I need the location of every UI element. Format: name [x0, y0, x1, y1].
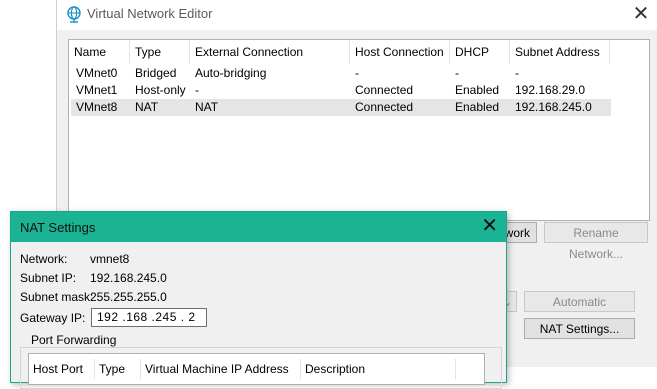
- port-forwarding-table: Host Port Type Virtual Machine IP Addres…: [28, 353, 485, 385]
- cell-name: VMnet8: [76, 100, 118, 114]
- network-value: vmnet8: [90, 252, 130, 266]
- close-icon[interactable]: ✕: [630, 4, 652, 26]
- gateway-ip-input[interactable]: 192 .168 .245 . 2: [91, 308, 207, 327]
- column-header-type[interactable]: Type: [130, 40, 190, 64]
- nat-titlebar[interactable]: NAT Settings ✕: [11, 212, 506, 242]
- column-header-description[interactable]: Description: [301, 359, 456, 379]
- subnet-mask-label: Subnet mask:: [20, 290, 94, 304]
- cell-subnet: 192.168.245.0: [515, 100, 592, 114]
- cell-subnet: 192.168.29.0: [515, 83, 586, 97]
- vne-titlebar[interactable]: Virtual Network Editor ✕: [57, 0, 657, 30]
- cell-name: VMnet0: [76, 66, 118, 80]
- rename-network-button[interactable]: Rename Network...: [544, 222, 648, 261]
- cell-external: NAT: [195, 100, 219, 114]
- nat-settings-dialog: NAT Settings ✕ Network: vmnet8 Subnet IP…: [10, 211, 507, 389]
- table-row[interactable]: VMnet1 Host-only - Connected Enabled 192…: [71, 82, 611, 99]
- cell-type: NAT: [135, 100, 159, 114]
- cell-external: -: [195, 83, 199, 97]
- window-title: Virtual Network Editor: [87, 6, 213, 21]
- table-row-selected[interactable]: VMnet8 NAT NAT Connected Enabled 192.168…: [71, 99, 611, 116]
- column-header-dhcp[interactable]: DHCP: [450, 40, 510, 64]
- column-header-external[interactable]: External Connection: [190, 40, 350, 64]
- cell-type: Bridged: [135, 66, 177, 80]
- cell-type: Host-only: [135, 83, 186, 97]
- column-header-name[interactable]: Name: [69, 40, 130, 64]
- subnet-mask-value: 255.255.255.0: [90, 290, 167, 304]
- dialog-title: NAT Settings: [20, 220, 96, 235]
- column-header-host[interactable]: Host Connection: [350, 40, 450, 64]
- cell-host: Connected: [355, 100, 414, 114]
- table-row[interactable]: VMnet0 Bridged Auto-bridging - - -: [71, 65, 611, 82]
- network-label: Network:: [20, 252, 68, 266]
- column-header-type[interactable]: Type: [95, 359, 141, 379]
- subnet-ip-label: Subnet IP:: [20, 271, 77, 285]
- nat-settings-button[interactable]: NAT Settings...: [524, 318, 635, 339]
- cell-host: -: [355, 66, 359, 80]
- port-forwarding-label: Port Forwarding: [29, 333, 119, 347]
- cell-dhcp: Enabled: [455, 100, 500, 114]
- column-header-vm-ip[interactable]: Virtual Machine IP Address: [141, 359, 301, 379]
- subnet-ip-value: 192.168.245.0: [90, 271, 167, 285]
- cell-host: Connected: [355, 83, 414, 97]
- gateway-ip-label: Gateway IP:: [20, 311, 86, 325]
- cell-dhcp: Enabled: [455, 83, 500, 97]
- cell-external: Auto-bridging: [195, 66, 267, 80]
- close-icon[interactable]: ✕: [481, 216, 498, 236]
- globe-icon: [67, 6, 81, 23]
- automatic-settings-button[interactable]: Automatic Settings...: [524, 291, 635, 330]
- cell-name: VMnet1: [76, 83, 118, 97]
- cell-dhcp: -: [455, 66, 459, 80]
- cell-subnet: -: [515, 66, 519, 80]
- column-header-subnet[interactable]: Subnet Address: [510, 40, 610, 64]
- column-header-host-port[interactable]: Host Port: [29, 359, 95, 379]
- virtual-networks-table: Name Type External Connection Host Conne…: [68, 39, 650, 221]
